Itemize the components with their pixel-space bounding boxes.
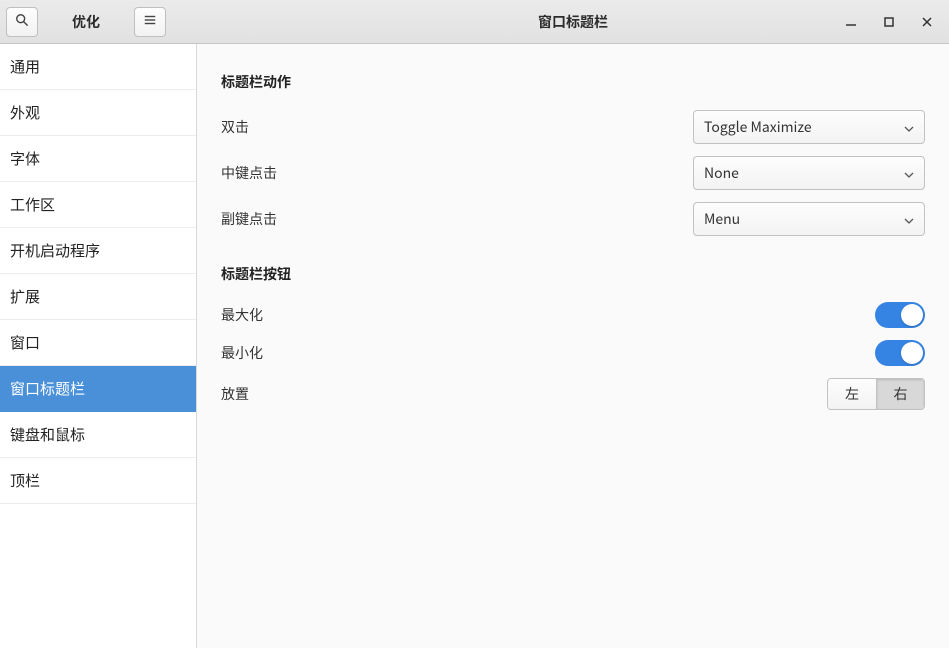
section-title-actions: 标题栏动作 <box>221 72 925 92</box>
close-window-button[interactable] <box>919 14 935 30</box>
minimize-icon <box>846 12 856 32</box>
row-maximize: 最大化 <box>221 296 925 334</box>
placement-left-button[interactable]: 左 <box>828 379 876 409</box>
switch-maximize[interactable] <box>875 302 925 328</box>
combo-value: Toggle Maximize <box>704 117 812 137</box>
label-placement: 放置 <box>221 384 249 404</box>
sidebar-item-1[interactable]: 外观 <box>0 90 196 136</box>
combo-secondary-click[interactable]: Menu <box>693 202 925 236</box>
combo-double-click[interactable]: Toggle Maximize <box>693 110 925 144</box>
label-minimize: 最小化 <box>221 343 263 363</box>
hamburger-icon <box>143 12 157 32</box>
sidebar-item-8[interactable]: 键盘和鼠标 <box>0 412 196 458</box>
close-icon <box>922 12 932 32</box>
label-maximize: 最大化 <box>221 305 263 325</box>
label-middle-click: 中键点击 <box>221 163 277 183</box>
label-double-click: 双击 <box>221 117 249 137</box>
row-secondary-click: 副键点击 Menu <box>221 196 925 242</box>
row-minimize: 最小化 <box>221 334 925 372</box>
placement-right-button[interactable]: 右 <box>876 379 924 409</box>
chevron-down-icon <box>904 209 914 229</box>
page-title: 窗口标题栏 <box>197 12 949 32</box>
row-double-click: 双击 Toggle Maximize <box>221 104 925 150</box>
row-middle-click: 中键点击 None <box>221 150 925 196</box>
sidebar-item-4[interactable]: 开机启动程序 <box>0 228 196 274</box>
sidebar-item-0[interactable]: 通用 <box>0 44 196 90</box>
sidebar-item-7[interactable]: 窗口标题栏 <box>0 366 196 412</box>
row-placement: 放置 左 右 <box>221 372 925 416</box>
maximize-icon <box>884 12 894 32</box>
search-icon <box>15 12 29 32</box>
section-title-buttons: 标题栏按钮 <box>221 264 925 284</box>
maximize-window-button[interactable] <box>881 14 897 30</box>
combo-middle-click[interactable]: None <box>693 156 925 190</box>
segmented-placement: 左 右 <box>827 378 925 410</box>
combo-value: None <box>704 163 739 183</box>
label-secondary-click: 副键点击 <box>221 209 277 229</box>
sidebar: 通用外观字体工作区开机启动程序扩展窗口窗口标题栏键盘和鼠标顶栏 <box>0 44 197 648</box>
switch-knob <box>901 304 923 326</box>
content: 标题栏动作 双击 Toggle Maximize 中键点击 None 副键点击 … <box>197 44 949 648</box>
sidebar-item-5[interactable]: 扩展 <box>0 274 196 320</box>
search-button[interactable] <box>6 7 38 37</box>
sidebar-item-9[interactable]: 顶栏 <box>0 458 196 504</box>
headerbar: 优化 窗口标题栏 <box>0 0 949 44</box>
window-controls <box>843 14 949 30</box>
minimize-window-button[interactable] <box>843 14 859 30</box>
sidebar-item-6[interactable]: 窗口 <box>0 320 196 366</box>
switch-minimize[interactable] <box>875 340 925 366</box>
sidebar-item-3[interactable]: 工作区 <box>0 182 196 228</box>
chevron-down-icon <box>904 163 914 183</box>
headerbar-left: 优化 <box>0 7 166 37</box>
main: 通用外观字体工作区开机启动程序扩展窗口窗口标题栏键盘和鼠标顶栏 标题栏动作 双击… <box>0 44 949 648</box>
combo-value: Menu <box>704 209 740 229</box>
sidebar-item-2[interactable]: 字体 <box>0 136 196 182</box>
menu-button[interactable] <box>134 7 166 37</box>
switch-knob <box>901 342 923 364</box>
app-title: 优化 <box>72 12 100 32</box>
chevron-down-icon <box>904 117 914 137</box>
